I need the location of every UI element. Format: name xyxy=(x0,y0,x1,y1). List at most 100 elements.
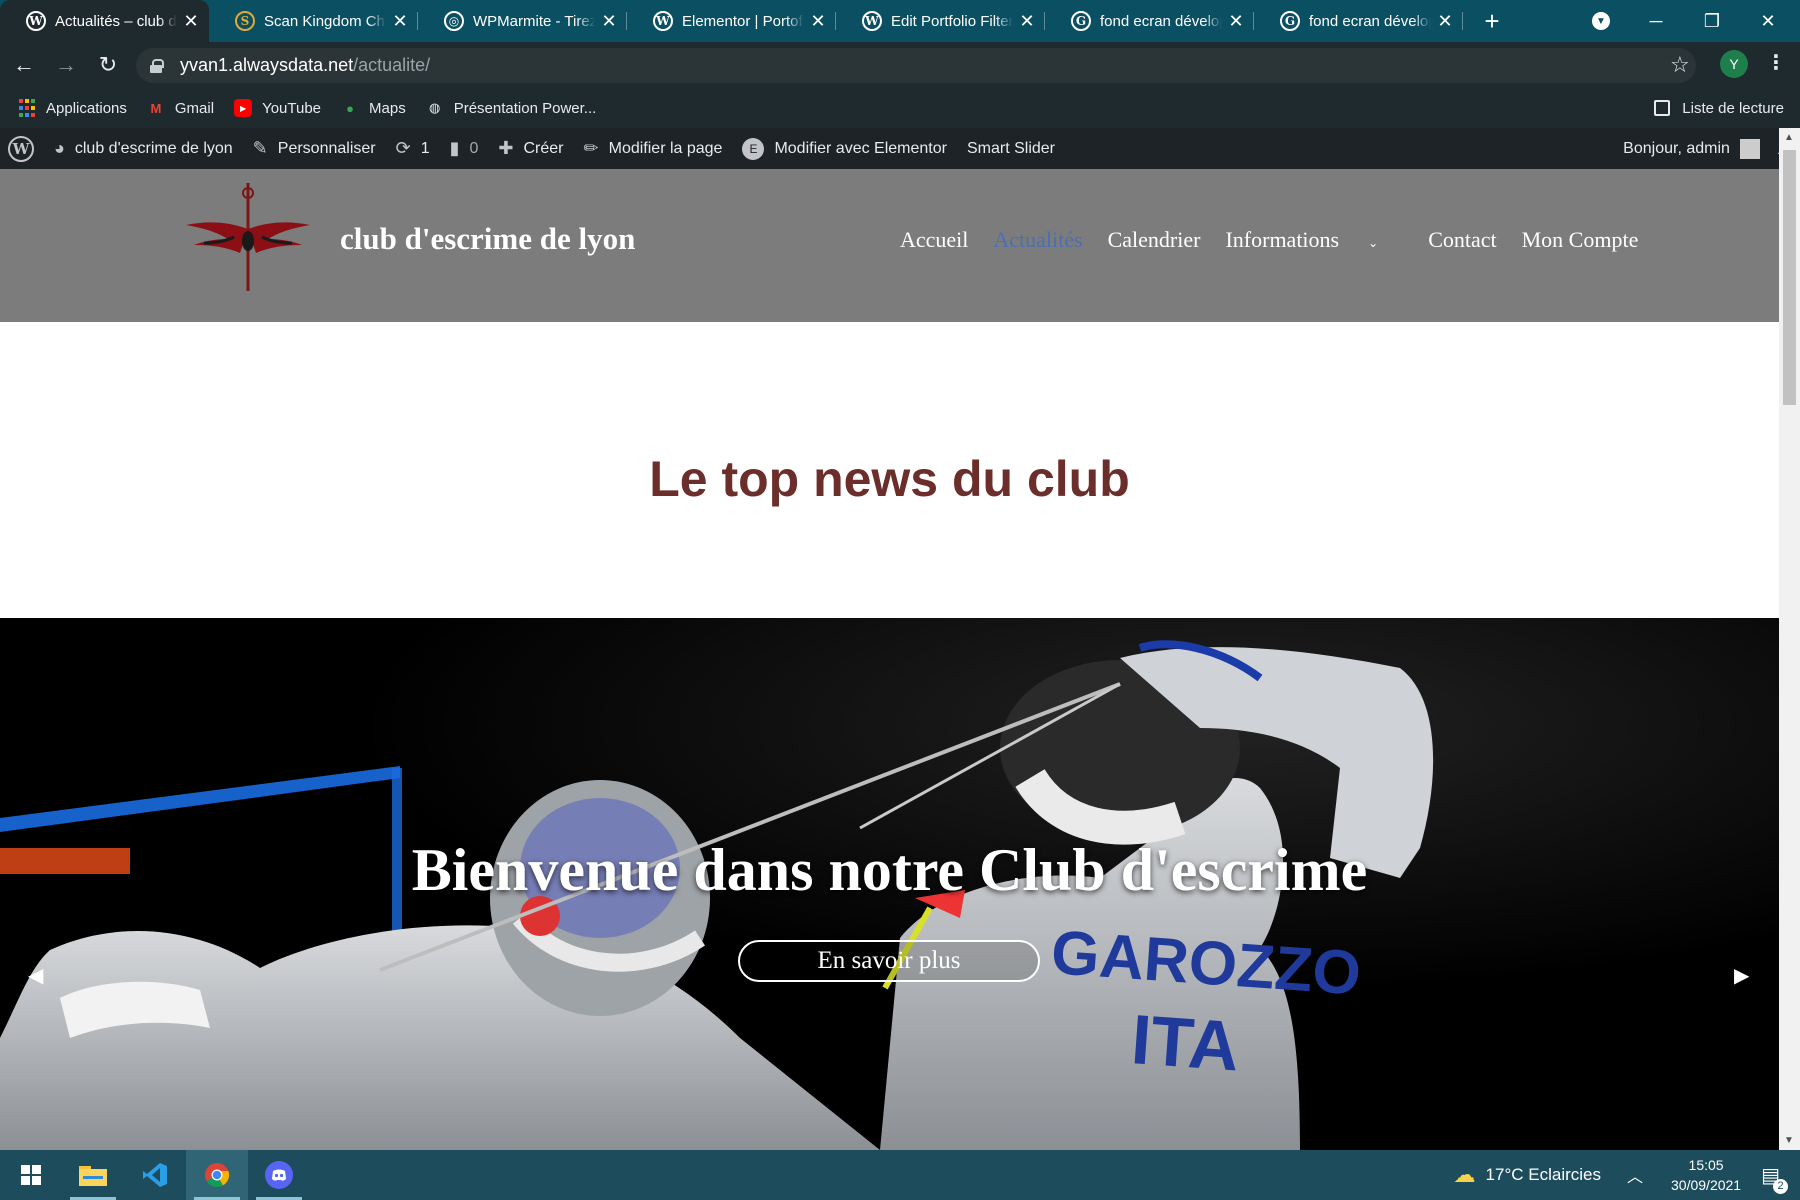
learn-more-button[interactable]: En savoir plus xyxy=(738,940,1040,982)
new-tab-button[interactable]: + xyxy=(1477,6,1507,37)
wp-site-name-label: club d'escrime de lyon xyxy=(74,139,233,157)
wp-customize-label: Personnaliser xyxy=(277,139,376,157)
bookmark-gmail[interactable]: M Gmail xyxy=(147,99,214,117)
address-path: /actualite/ xyxy=(353,55,431,75)
slider-prev-icon[interactable]: ◀ xyxy=(28,963,43,988)
close-tab-icon[interactable]: ✕ xyxy=(1228,11,1244,32)
notifications-icon[interactable]: ▤ 2 xyxy=(1761,1163,1788,1194)
profile-avatar[interactable]: Y xyxy=(1720,50,1748,78)
weather-icon[interactable]: ☁ xyxy=(1454,1162,1476,1188)
close-window-icon[interactable]: ✕ xyxy=(1740,0,1796,42)
browser-tab[interactable]: ◎ WPMarmite - Tirez ✕ xyxy=(418,0,627,42)
google-icon: G xyxy=(1071,11,1091,31)
minimize-icon[interactable]: ─ xyxy=(1628,0,1684,42)
page-scrollbar[interactable]: ▲ ▼ xyxy=(1779,128,1800,1150)
system-tray: ☁ 17°C Eclaircies ︿ 15:05 30/09/2021 ▤ 2 xyxy=(1454,1150,1800,1200)
nav-informations[interactable]: Informations ⌄ xyxy=(1225,227,1403,253)
elementor-icon: E xyxy=(742,137,765,160)
notification-count: 2 xyxy=(1773,1178,1788,1194)
address-bar[interactable]: yvan1.alwaysdata.net/actualite/ xyxy=(136,48,1696,83)
site-title[interactable]: club d'escrime de lyon xyxy=(340,221,635,257)
browser-tab-strip: W Actualités – club d'escrime de lyon ✕ … xyxy=(0,0,1800,42)
restore-icon[interactable]: ❐ xyxy=(1684,0,1740,42)
apps-grid-icon xyxy=(18,99,36,117)
bookmark-youtube[interactable]: ▶ YouTube xyxy=(234,99,321,117)
wp-site-name[interactable]: ◕ club d'escrime de lyon xyxy=(54,138,233,159)
chevron-up-icon[interactable]: ︿ xyxy=(1627,1163,1643,1187)
reading-list-button[interactable]: Liste de lecture xyxy=(1654,88,1784,128)
clock-time: 15:05 xyxy=(1688,1157,1724,1173)
close-tab-icon[interactable]: ✕ xyxy=(601,11,617,32)
wp-comments-count: 0 xyxy=(469,139,479,157)
tab-title: Elementor | Portofolio xyxy=(682,12,804,30)
nav-calendrier[interactable]: Calendrier xyxy=(1108,227,1201,253)
close-tab-icon[interactable]: ✕ xyxy=(183,11,199,32)
browser-tab[interactable]: S Scan Kingdom Chapitre ✕ xyxy=(209,0,418,42)
scroll-up-icon[interactable]: ▲ xyxy=(1784,132,1794,143)
close-tab-icon[interactable]: ✕ xyxy=(1019,11,1035,32)
slider-next-icon[interactable]: ▶ xyxy=(1734,963,1749,988)
slide-title: Bienvenue dans notre Club d'escrime xyxy=(411,837,1368,903)
close-tab-icon[interactable]: ✕ xyxy=(392,11,408,32)
wordpress-logo-icon[interactable]: W xyxy=(8,135,34,162)
tab-search-icon[interactable]: ▼ xyxy=(1592,12,1610,30)
scrollbar-thumb[interactable] xyxy=(1783,150,1796,405)
clock[interactable]: 15:05 30/09/2021 xyxy=(1671,1155,1741,1195)
wordpress-icon: W xyxy=(26,11,46,31)
bookmark-star-icon[interactable]: ☆ xyxy=(1670,52,1690,78)
wp-edit-elementor[interactable]: E Modifier avec Elementor xyxy=(742,137,947,160)
globe-icon: ◍ xyxy=(429,100,441,115)
nav-actualites[interactable]: Actualités xyxy=(993,227,1082,253)
bookmark-label: Applications xyxy=(46,99,127,117)
tab-title: Actualités – club d'escrime de lyon xyxy=(55,12,177,30)
forward-icon[interactable]: → xyxy=(48,47,84,83)
wp-account[interactable]: Bonjour, admin ⌕ xyxy=(1623,128,1788,169)
browser-tab[interactable]: W Actualités – club d'escrime de lyon ✕ xyxy=(0,0,209,42)
tab-title: WPMarmite - Tirez xyxy=(473,12,595,30)
scroll-down-icon[interactable]: ▼ xyxy=(1784,1135,1794,1146)
page-heading: Le top news du club xyxy=(649,451,1130,507)
wp-new-content[interactable]: ✚ Créer xyxy=(498,138,563,159)
bookmark-label: YouTube xyxy=(262,99,322,117)
lock-icon xyxy=(150,58,164,73)
bookmark-applications[interactable]: Applications xyxy=(18,99,127,117)
close-tab-icon[interactable]: ✕ xyxy=(810,11,826,32)
browser-tab[interactable]: G fond ecran développeur ✕ xyxy=(1254,0,1463,42)
chrome-icon[interactable] xyxy=(186,1150,248,1200)
discord-icon[interactable] xyxy=(248,1150,310,1200)
reload-icon[interactable]: ↻ xyxy=(90,47,126,83)
bookmark-presentation[interactable]: ◍ Présentation Power... xyxy=(426,99,596,117)
youtube-icon: ▶ xyxy=(234,99,253,117)
wp-smart-slider-label: Smart Slider xyxy=(966,139,1055,157)
nav-accueil[interactable]: Accueil xyxy=(900,227,968,253)
weather-text[interactable]: 17°C Eclaircies xyxy=(1486,1165,1601,1185)
browser-tab[interactable]: G fond ecran développeur ✕ xyxy=(1045,0,1254,42)
wp-edit-page[interactable]: ✏ Modifier la page xyxy=(584,138,723,159)
wp-comments[interactable]: ▮ 0 xyxy=(450,138,479,159)
nav-mon-compte[interactable]: Mon Compte xyxy=(1522,227,1639,253)
jersey-country: ITA xyxy=(1129,1000,1242,1085)
pencil-icon: ✏ xyxy=(583,138,599,158)
wp-updates-count: 1 xyxy=(420,139,430,157)
bookmark-maps[interactable]: ● Maps xyxy=(341,99,406,117)
address-host: yvan1.alwaysdata.net xyxy=(180,55,354,75)
tab-title: Scan Kingdom Chapitre xyxy=(264,12,386,30)
wp-edit-page-label: Modifier la page xyxy=(608,139,723,157)
vscode-icon[interactable] xyxy=(124,1150,186,1200)
nav-contact[interactable]: Contact xyxy=(1428,227,1496,253)
club-logo[interactable] xyxy=(186,181,310,293)
tab-title: Edit Portfolio Filter xyxy=(891,12,1013,30)
browser-tab[interactable]: W Edit Portfolio Filter ✕ xyxy=(836,0,1045,42)
wp-updates[interactable]: ⟳ 1 xyxy=(396,138,430,159)
wp-customize[interactable]: ✎ Personnaliser xyxy=(253,138,376,159)
browser-tab[interactable]: W Elementor | Portofolio ✕ xyxy=(627,0,836,42)
google-icon: G xyxy=(1280,11,1300,31)
file-explorer-icon[interactable] xyxy=(62,1150,124,1200)
close-tab-icon[interactable]: ✕ xyxy=(1437,11,1453,32)
chevron-down-icon: ⌄ xyxy=(1368,236,1379,250)
wp-smart-slider[interactable]: Smart Slider xyxy=(967,140,1055,158)
windows-start-icon[interactable] xyxy=(0,1150,62,1200)
reading-list-label: Liste de lecture xyxy=(1682,99,1784,117)
back-icon[interactable]: ← xyxy=(6,47,42,83)
browser-menu-icon[interactable]: ⋮ xyxy=(1766,50,1786,75)
